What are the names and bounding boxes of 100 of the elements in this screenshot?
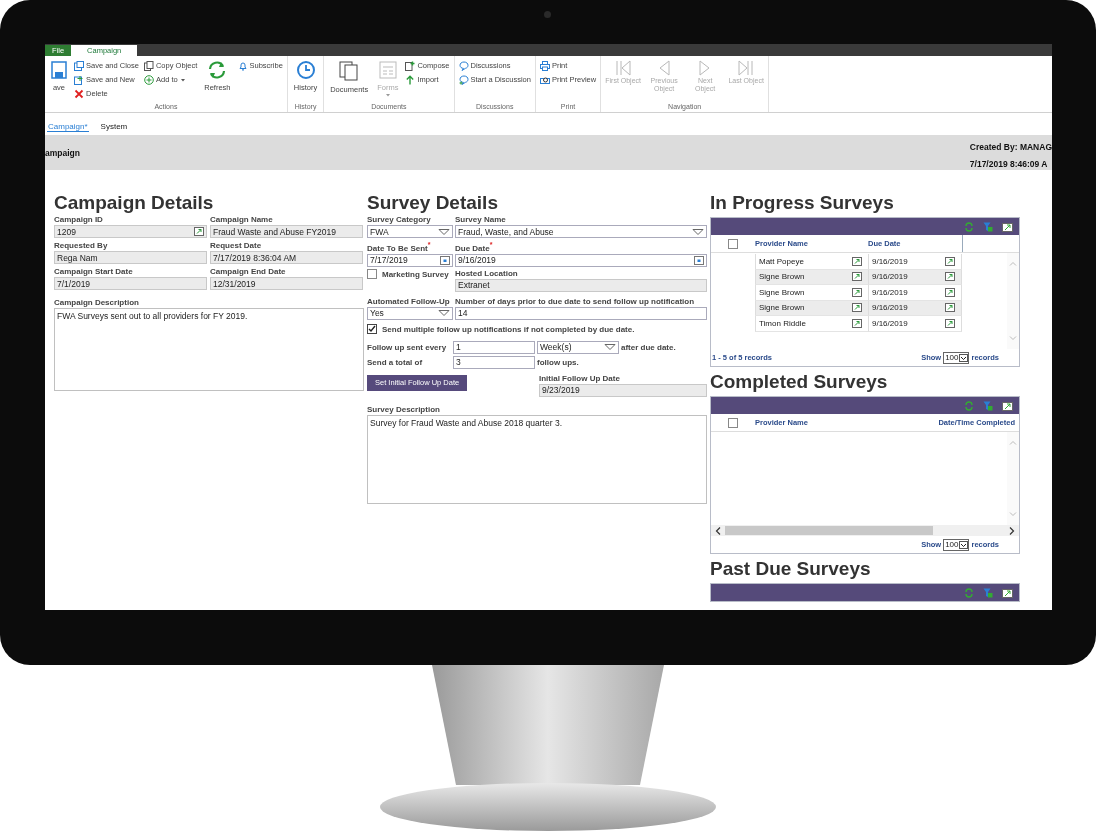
filter-icon[interactable] <box>983 400 993 411</box>
dropdown[interactable]: Week(s) <box>537 340 619 354</box>
description-field[interactable]: Survey for Fraud Waste and Abuse 2018 quarter 3. <box>367 414 707 504</box>
checkbox-label: Marketing Survey <box>382 268 449 280</box>
chevron-right-icon[interactable] <box>1009 526 1015 535</box>
readonly-field[interactable]: 7/1/2019 <box>54 277 207 290</box>
section-heading: In Progress Surveys <box>710 192 895 214</box>
field-label: Date To Be Sent$^{*}$ <box>367 240 432 254</box>
field-label: Campaign Name <box>210 214 274 225</box>
open-record-icon[interactable] <box>945 272 955 282</box>
refresh-icon[interactable] <box>964 400 974 411</box>
calendar-icon <box>694 255 704 265</box>
camera-icon <box>544 11 551 18</box>
readonly-field[interactable]: 9/23/2019 <box>539 383 707 397</box>
new-document-icon <box>405 60 416 71</box>
refresh-icon[interactable] <box>964 587 974 598</box>
checkbox[interactable] <box>728 238 738 249</box>
open-record-icon[interactable] <box>945 256 955 266</box>
export-icon[interactable] <box>1002 587 1013 598</box>
field-label: follow ups. <box>537 356 579 368</box>
dropdown[interactable]: Fraud, Waste, and Abuse <box>455 225 707 238</box>
readonly-field[interactable]: Fraud Waste and Abuse FY2019 <box>210 225 363 238</box>
caret-icon <box>959 353 969 362</box>
field-label: Campaign Description <box>54 297 140 308</box>
table-cell: Signe Brown <box>755 285 868 301</box>
chevron-left-icon[interactable] <box>715 526 721 535</box>
filter-icon[interactable] <box>983 221 993 232</box>
caret-icon <box>959 540 969 549</box>
refresh-icon[interactable] <box>964 221 974 232</box>
open-record-icon[interactable] <box>852 256 862 266</box>
section-heading: Completed Surveys <box>710 371 889 393</box>
documents-icon <box>338 60 361 82</box>
page-tab[interactable]: Campaign* <box>47 122 89 132</box>
table-cell: 9/16/2019 <box>868 285 962 301</box>
date-field[interactable]: 7/17/2019 <box>367 253 453 267</box>
table-cell: 9/16/2019 <box>868 316 962 332</box>
field-label: Survey Category <box>367 214 432 225</box>
checkbox[interactable] <box>367 268 377 279</box>
section-heading: Campaign Details <box>54 192 215 214</box>
table-cell: 9/16/2019 <box>868 254 962 270</box>
table-cell: Matt Popeye <box>755 254 868 270</box>
caret-icon <box>179 76 186 83</box>
open-record-icon[interactable] <box>852 272 862 282</box>
dropdown[interactable]: Yes <box>367 306 453 320</box>
open-record-icon[interactable] <box>945 303 955 313</box>
caret-icon <box>604 344 616 351</box>
speech-bubble-icon <box>458 60 469 71</box>
readonly-field[interactable]: 7/17/2019 8:36:04 AM <box>210 251 363 264</box>
field-label: Hosted Location <box>455 267 519 279</box>
filter-icon[interactable] <box>983 587 993 598</box>
field-label: Campaign ID <box>54 214 104 225</box>
calendar-icon <box>440 255 450 265</box>
open-record-icon[interactable] <box>852 318 862 328</box>
field-label: Campaign Start Date <box>54 266 134 277</box>
readonly-field[interactable]: Extranet <box>455 278 707 292</box>
navigation-arrow-icon <box>737 59 756 77</box>
open-record-icon[interactable] <box>945 318 955 328</box>
checkbox[interactable] <box>728 417 738 428</box>
export-icon[interactable] <box>1002 400 1013 411</box>
bell-icon <box>237 60 248 71</box>
field-label: Automated Follow-Up <box>367 295 451 307</box>
page-size-dropdown[interactable]: 100 <box>943 538 970 551</box>
close-icon <box>74 88 84 99</box>
field-label: Due Date$^{*}$ <box>455 240 494 254</box>
field-label: Survey Description <box>367 403 441 415</box>
export-icon[interactable] <box>1002 221 1013 232</box>
date-field[interactable]: 9/16/2019 <box>455 253 707 267</box>
table-cell: Timon Riddle <box>755 316 868 332</box>
scrollbar[interactable] <box>711 525 1019 536</box>
field-label: Follow up sent every <box>367 341 448 353</box>
field-label: Request Date <box>210 240 263 251</box>
copy-icon <box>143 60 154 71</box>
field-label: Survey Name <box>455 214 507 225</box>
page-size-dropdown[interactable]: 100 <box>943 351 970 364</box>
checkbox[interactable] <box>367 323 377 334</box>
speech-bubble-icon <box>458 74 469 85</box>
page-tab[interactable]: System <box>100 122 128 132</box>
created-date-text: 7/17/2019 8:46:09 A <box>969 159 1049 169</box>
open-record-icon[interactable] <box>945 287 955 297</box>
created-by-text: Created By: MANAG <box>969 142 1052 152</box>
record-title: ampaign <box>45 147 80 158</box>
dropdown[interactable]: FWA <box>367 225 453 238</box>
caret-icon <box>438 310 450 317</box>
readonly-field[interactable]: Rega Nam <box>54 251 207 264</box>
field-label: Send a total of <box>367 356 424 368</box>
number-field[interactable]: 14 <box>455 306 707 320</box>
readonly-field[interactable]: 12/31/2019 <box>210 277 363 290</box>
readonly-field[interactable]: 1209 <box>54 225 207 238</box>
description-field[interactable]: FWA Surveys sent out to all providers for FY 2019. <box>54 308 364 391</box>
print-preview-icon <box>539 74 550 85</box>
number-field[interactable]: 1 <box>453 340 535 354</box>
caret-icon <box>384 93 391 97</box>
section-heading: Past Due Surveys <box>710 558 872 580</box>
number-field[interactable]: 3 <box>453 355 535 369</box>
section-heading: Survey Details <box>367 192 499 214</box>
open-record-icon[interactable] <box>852 303 862 313</box>
checkbox-label: Send multiple follow up notifications if not completed by due date. <box>382 323 635 335</box>
clock-icon <box>295 60 316 80</box>
open-record-icon <box>194 227 204 236</box>
open-record-icon[interactable] <box>852 287 862 297</box>
